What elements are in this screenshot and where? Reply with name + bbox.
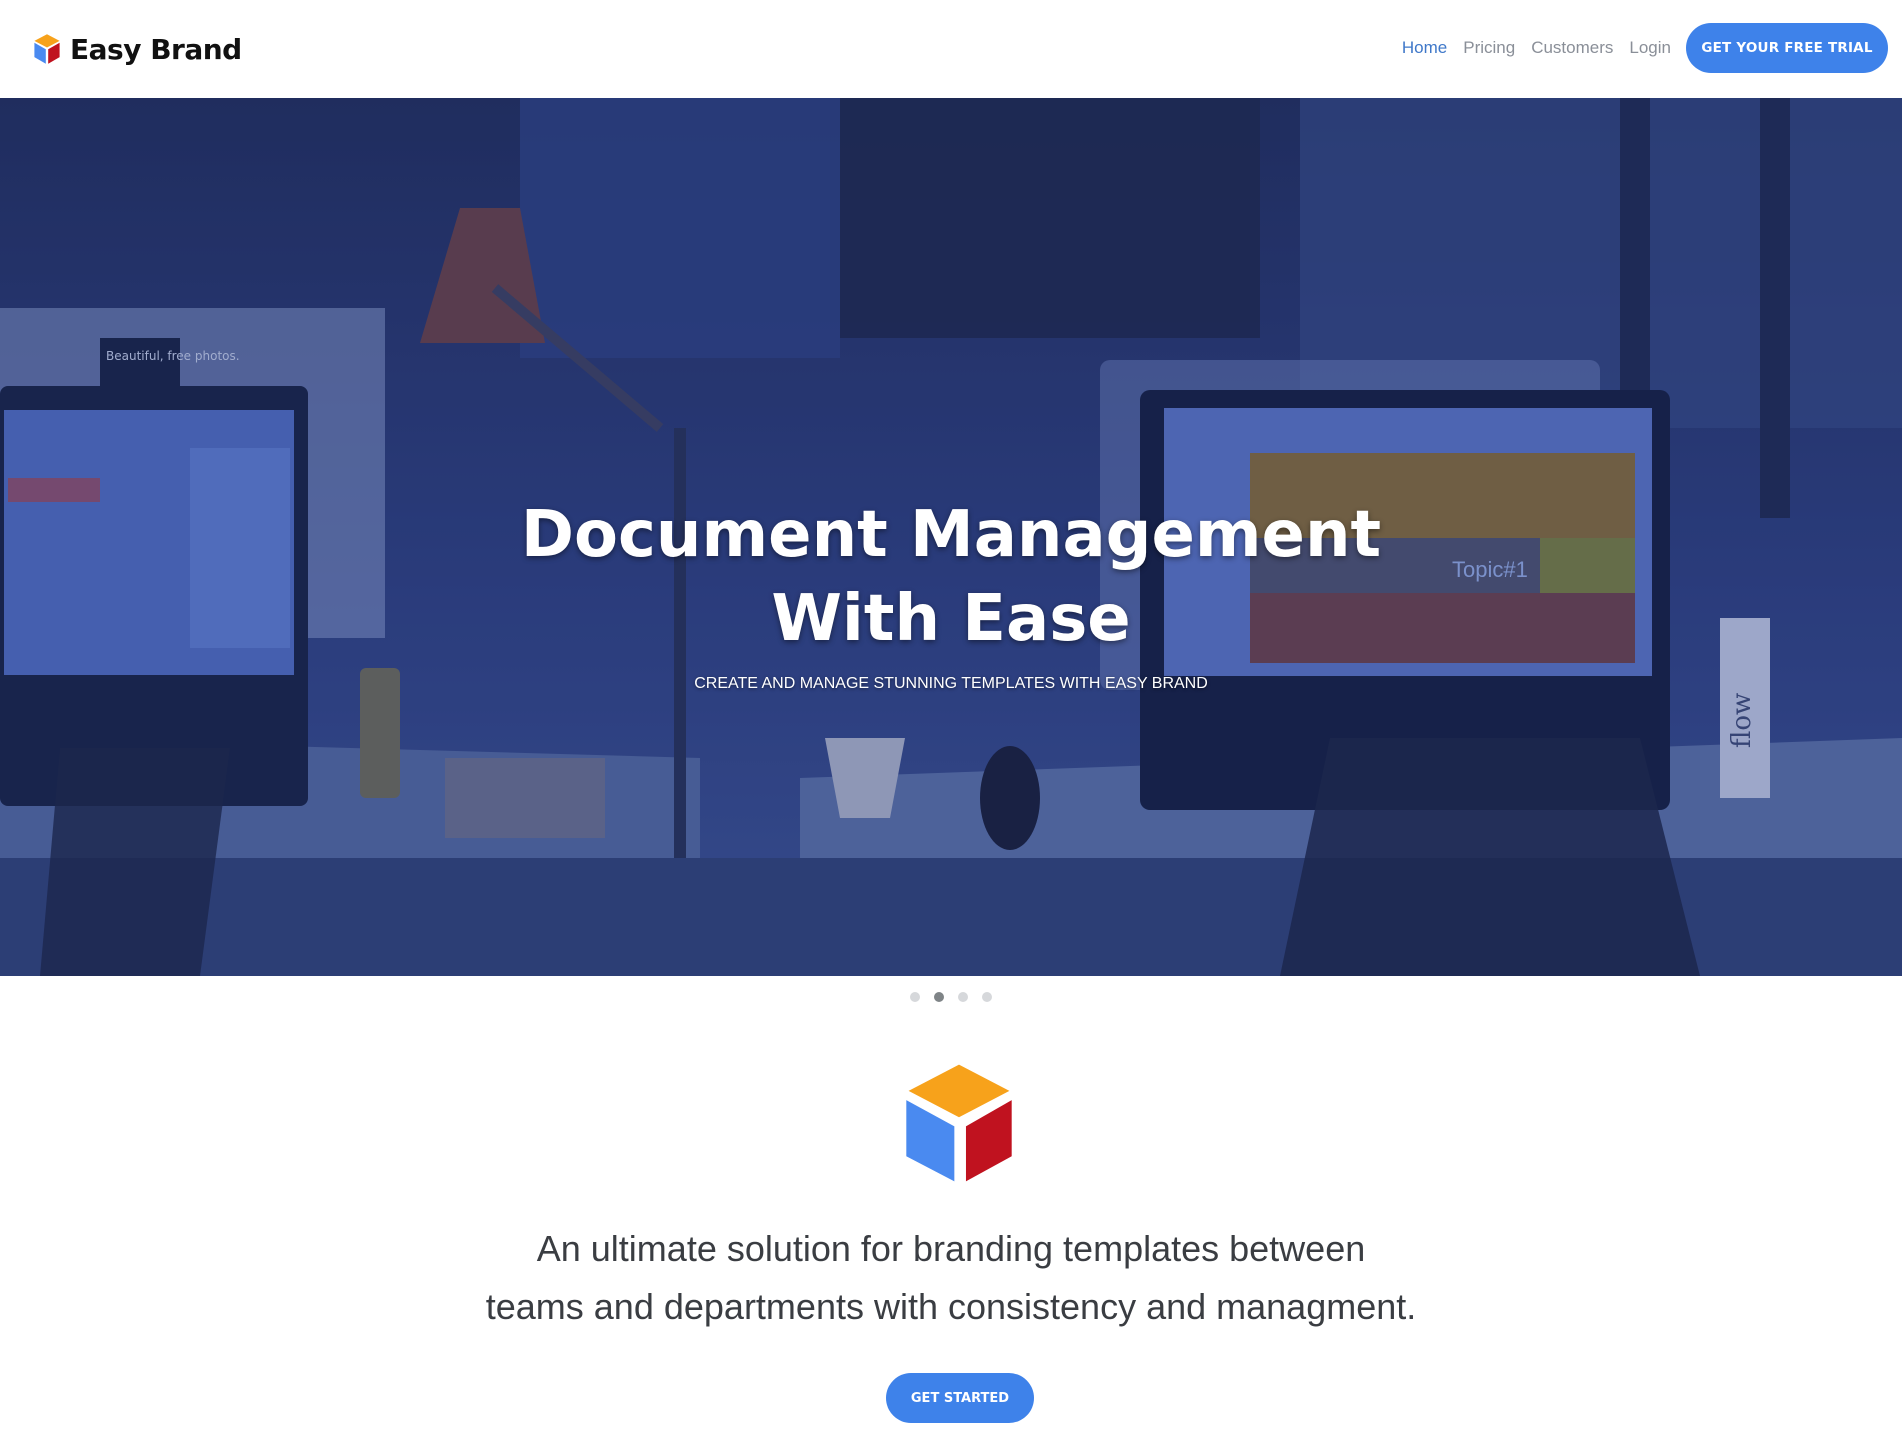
tagline-line-1: An ultimate solution for branding templa… [536,1228,1366,1269]
carousel-dot-2[interactable] [934,992,944,1002]
nav-link-login[interactable]: Login [1629,38,1671,58]
carousel-dot-4[interactable] [982,992,992,1002]
nav-link-pricing[interactable]: Pricing [1463,38,1515,58]
hero-title: Document Management With Ease [0,493,1902,661]
carousel-dot-1[interactable] [910,992,920,1002]
top-navbar: Easy Brand Home Pricing Customers Login … [0,0,1902,98]
nav-link-customers[interactable]: Customers [1531,38,1613,58]
hero-subtitle: CREATE AND MANAGE STUNNING TEMPLATES WIT… [694,675,1208,692]
cube-logo-icon [906,1064,1012,1182]
carousel-indicators [0,992,1902,1002]
get-started-button[interactable]: GET STARTED [886,1373,1034,1423]
brand-name: Easy Brand [70,32,242,66]
cube-logo-icon [34,34,60,64]
hero-carousel: Beautiful, free photos. Topic#1 flow Doc… [0,98,1902,976]
carousel-dot-3[interactable] [958,992,968,1002]
nav-link-home[interactable]: Home [1402,38,1447,58]
hero-title-line-1: Document Management [520,498,1382,572]
free-trial-button[interactable]: GET YOUR FREE TRIAL [1686,23,1888,73]
main-nav: Home Pricing Customers Login GET YOUR FR… [1386,23,1888,73]
intro-tagline: An ultimate solution for branding templa… [0,1220,1902,1336]
hero-title-line-2: With Ease [771,582,1131,656]
tagline-line-2: teams and departments with consistency a… [485,1286,1417,1327]
brand-logo[interactable]: Easy Brand [32,30,242,68]
